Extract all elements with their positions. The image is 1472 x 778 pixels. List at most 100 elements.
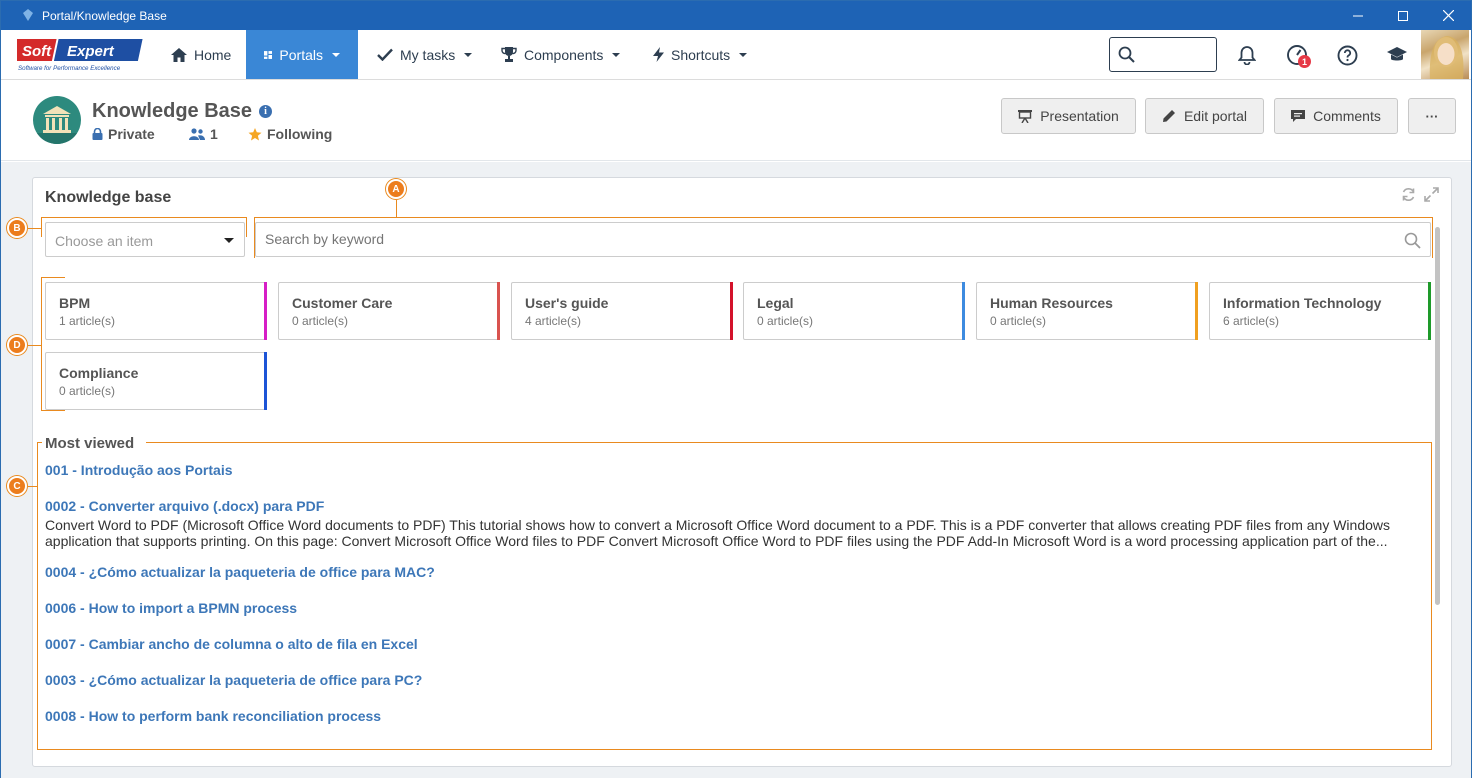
category-name: Human Resources — [990, 295, 1113, 311]
notifications-button[interactable] — [1234, 42, 1260, 68]
comments-button[interactable]: Comments — [1274, 98, 1398, 134]
dropdown-caret-icon — [224, 238, 234, 243]
category-color-bar — [1428, 282, 1431, 340]
category-select[interactable]: Choose an item — [45, 222, 245, 257]
nav-shortcuts[interactable]: Shortcuts — [635, 30, 765, 79]
edit-portal-button[interactable]: Edit portal — [1145, 98, 1264, 134]
portals-icon — [264, 50, 273, 59]
softexpert-logo[interactable]: Soft Expert Software for Performance Exc… — [11, 37, 149, 73]
category-card-legal[interactable]: Legal 0 article(s) — [743, 282, 965, 340]
info-icon[interactable]: i — [259, 105, 272, 118]
category-color-bar — [730, 282, 733, 340]
presentation-button-label: Presentation — [1040, 108, 1119, 124]
category-count: 0 article(s) — [990, 314, 1047, 328]
article-link[interactable]: 0006 - How to import a BPMN process — [45, 600, 297, 616]
nav-portals[interactable]: Portals — [246, 30, 358, 79]
widget-scrollbar[interactable] — [1435, 227, 1440, 605]
trophy-icon — [501, 47, 517, 62]
svg-text:Soft: Soft — [22, 43, 52, 60]
article-link[interactable]: 0007 - Cambiar ancho de columna o alto d… — [45, 636, 418, 652]
category-card-information-technology[interactable]: Information Technology 6 article(s) — [1209, 282, 1431, 340]
category-count: 1 article(s) — [59, 314, 116, 328]
global-search-input[interactable] — [1142, 39, 1212, 69]
portal-privacy: Private — [92, 126, 155, 142]
chevron-down-icon — [739, 52, 748, 57]
user-avatar[interactable] — [1421, 30, 1469, 79]
article-description-line: Convert Word to PDF (Microsoft Office Wo… — [45, 517, 1390, 533]
nav-home[interactable]: Home — [153, 30, 249, 79]
title-bar: Portal/Knowledge Base — [1, 1, 1471, 30]
category-name: Compliance — [59, 365, 139, 381]
article-description-line: application that supports printing. On t… — [45, 533, 1388, 549]
edit-portal-button-label: Edit portal — [1183, 108, 1248, 124]
category-card-compliance[interactable]: Compliance 0 article(s) — [45, 352, 267, 410]
more-options-icon: ··· — [1425, 108, 1439, 124]
nav-components[interactable]: Components — [483, 30, 638, 79]
category-count: 4 article(s) — [525, 314, 582, 328]
svg-text:Software for Performance Excel: Software for Performance Excellence — [18, 65, 121, 72]
portal-members-count: 1 — [210, 126, 218, 142]
presentation-button[interactable]: Presentation — [1001, 98, 1136, 134]
refresh-icon[interactable] — [1401, 187, 1416, 202]
chevron-down-icon — [612, 52, 621, 57]
app-window: Portal/Knowledge Base Soft Expert Softwa… — [0, 0, 1472, 778]
category-name: Legal — [757, 295, 794, 311]
star-icon — [248, 127, 262, 140]
search-icon — [1118, 46, 1135, 63]
portal-following[interactable]: Following — [248, 126, 332, 142]
comments-button-label: Comments — [1313, 108, 1381, 124]
close-button[interactable] — [1425, 1, 1471, 30]
performance-button[interactable]: 1 — [1284, 42, 1311, 68]
portal-privacy-label: Private — [108, 126, 155, 142]
check-icon — [377, 48, 393, 61]
search-icon[interactable] — [1404, 232, 1421, 249]
article-link[interactable]: 0004 - ¿Cómo actualizar la paqueteria de… — [45, 564, 435, 580]
help-button[interactable] — [1334, 42, 1360, 68]
more-options-button[interactable]: ··· — [1408, 98, 1456, 134]
svg-text:Expert: Expert — [67, 43, 115, 60]
app-icon — [23, 9, 33, 21]
nav-my-tasks[interactable]: My tasks — [359, 30, 490, 79]
minimize-icon — [1353, 15, 1363, 16]
maximize-icon — [1398, 10, 1408, 21]
callout-b: B — [7, 218, 27, 238]
lightning-icon — [653, 47, 664, 62]
article-description: Convert Word to PDF (Microsoft Office Wo… — [45, 517, 1415, 549]
category-color-bar — [962, 282, 965, 340]
expand-icon[interactable] — [1424, 187, 1439, 202]
lock-icon — [92, 128, 103, 140]
global-search[interactable] — [1109, 37, 1217, 72]
article-link[interactable]: 0002 - Converter arquivo (.docx) para PD… — [45, 498, 324, 514]
keyword-search-input[interactable] — [256, 223, 1376, 254]
presentation-icon — [1018, 109, 1033, 123]
learning-button[interactable] — [1384, 42, 1410, 68]
article-link[interactable]: 001 - Introdução aos Portais — [45, 462, 233, 478]
category-card-human-resources[interactable]: Human Resources 0 article(s) — [976, 282, 1198, 340]
category-count: 0 article(s) — [757, 314, 814, 328]
category-name: Information Technology — [1223, 295, 1382, 311]
comment-icon — [1291, 109, 1306, 122]
category-color-bar — [497, 282, 500, 340]
category-select-placeholder: Choose an item — [55, 233, 154, 249]
category-color-bar — [264, 282, 267, 340]
portal-following-label: Following — [267, 126, 333, 142]
category-card-users-guide[interactable]: User's guide 4 article(s) — [511, 282, 733, 340]
minimize-button[interactable] — [1335, 1, 1381, 30]
category-name: BPM — [59, 295, 91, 311]
article-link[interactable]: 0003 - ¿Cómo actualizar la paqueteria de… — [45, 672, 422, 688]
category-card-bpm[interactable]: BPM 1 article(s) — [45, 282, 267, 340]
portal-header: Knowledge Base i Private 1 Following Pre… — [1, 81, 1471, 161]
graduation-cap-icon — [1387, 47, 1407, 61]
users-icon — [189, 128, 205, 140]
keyword-search[interactable] — [255, 222, 1431, 257]
category-count: 0 article(s) — [59, 384, 116, 398]
notification-badge: 1 — [1298, 55, 1311, 68]
category-card-customer-care[interactable]: Customer Care 0 article(s) — [278, 282, 500, 340]
help-icon — [1337, 45, 1357, 65]
maximize-button[interactable] — [1380, 1, 1426, 30]
callout-a: A — [386, 179, 406, 199]
portal-title: Knowledge Base — [92, 100, 253, 122]
category-color-bar — [264, 352, 267, 410]
article-link[interactable]: 0008 - How to perform bank reconciliatio… — [45, 708, 381, 724]
portal-members[interactable]: 1 — [189, 126, 218, 142]
